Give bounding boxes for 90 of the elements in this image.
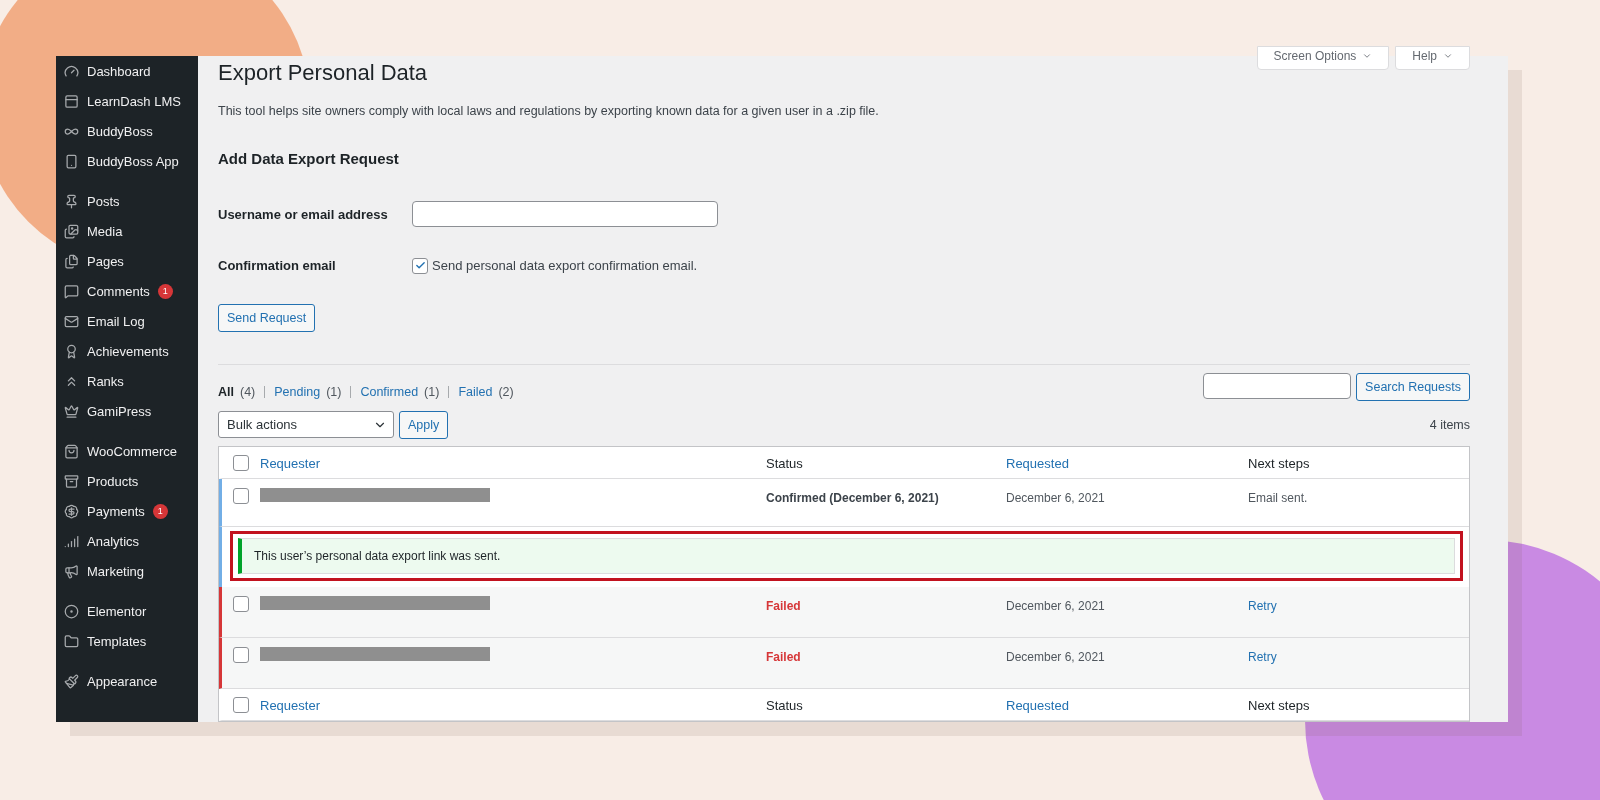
column-header: Next steps bbox=[1248, 455, 1310, 471]
page-description: This tool helps site owners comply with local laws and regulations by exporting known data for a given user in a .zip file. bbox=[218, 104, 880, 118]
speech-bubble-icon bbox=[64, 283, 79, 299]
filter-link[interactable]: All bbox=[218, 385, 234, 399]
search-field[interactable] bbox=[1203, 373, 1352, 399]
column-header: Status bbox=[766, 697, 803, 713]
megaphone-icon bbox=[64, 563, 79, 579]
chevron-down-icon bbox=[1362, 51, 1373, 61]
checkbox-label[interactable]: Send personal data export confirmation email. bbox=[432, 258, 698, 273]
sidebar-item[interactable]: WooCommerce bbox=[56, 436, 198, 466]
apply-button[interactable]: Apply bbox=[399, 411, 449, 439]
sidebar-item[interactable]: BuddyBoss App bbox=[56, 146, 198, 176]
status-text: Failed bbox=[766, 599, 801, 613]
sidebar-item[interactable]: Elementor bbox=[56, 596, 198, 626]
filter-count: (1) bbox=[326, 385, 342, 399]
tab-button[interactable]: Screen Options bbox=[1256, 46, 1390, 70]
window-icon bbox=[64, 93, 79, 109]
count-badge: 1 bbox=[152, 503, 168, 519]
bulk-actions-dropdown[interactable]: Bulk actions bbox=[218, 411, 394, 438]
sidebar-item[interactable]: BuddyBoss bbox=[56, 116, 198, 146]
tab-button[interactable]: Help bbox=[1395, 46, 1470, 70]
count-badge: 1 bbox=[157, 283, 173, 299]
field-label: Confirmation email bbox=[218, 258, 337, 273]
folder-icon bbox=[64, 633, 79, 649]
row-checkbox[interactable] bbox=[233, 647, 249, 663]
input-field[interactable] bbox=[412, 201, 718, 227]
retry-link[interactable]: Retry bbox=[1248, 599, 1277, 613]
filter-count: (4) bbox=[240, 385, 256, 399]
row-checkbox[interactable] bbox=[233, 596, 249, 612]
sidebar-item[interactable]: Comments 1 bbox=[56, 276, 198, 306]
item-count: 4 items bbox=[1429, 418, 1470, 432]
checkbox[interactable] bbox=[412, 257, 428, 274]
gauge-icon bbox=[64, 63, 79, 79]
next-step-text: Email sent. bbox=[1248, 491, 1308, 505]
crown-icon bbox=[64, 403, 79, 419]
section-heading: Add Data Export Request bbox=[218, 150, 400, 167]
retry-link[interactable]: Retry bbox=[1248, 650, 1277, 664]
send-request-button[interactable]: Send Request bbox=[218, 304, 316, 332]
column-header: Status bbox=[766, 455, 803, 471]
sidebar-item[interactable]: GamiPress bbox=[56, 396, 198, 426]
search-button[interactable]: Search Requests bbox=[1356, 373, 1470, 401]
page-title: Export Personal Data bbox=[218, 60, 429, 86]
column-header[interactable]: Requested bbox=[1006, 697, 1069, 713]
filter-link[interactable]: Pending bbox=[274, 385, 321, 399]
select-all-checkbox[interactable] bbox=[233, 696, 249, 713]
checkmark-icon bbox=[414, 260, 426, 271]
status-text: Failed bbox=[766, 650, 801, 664]
filter-count: (2) bbox=[498, 385, 514, 399]
row-checkbox[interactable] bbox=[233, 488, 249, 504]
circle-icon bbox=[64, 603, 79, 619]
sidebar-item[interactable]: LearnDash LMS bbox=[56, 86, 198, 116]
envelope-icon bbox=[64, 313, 79, 329]
paintbrush-icon bbox=[64, 673, 79, 689]
column-header[interactable]: Requester bbox=[260, 455, 320, 471]
sidebar-item[interactable]: Pages bbox=[56, 246, 198, 276]
archive-icon bbox=[64, 473, 79, 489]
column-header[interactable]: Requester bbox=[260, 697, 320, 713]
sidebar-item[interactable]: Achievements bbox=[56, 336, 198, 366]
images-icon bbox=[64, 223, 79, 239]
chevron-down-icon bbox=[1443, 51, 1453, 61]
sidebar-item[interactable]: Dashboard bbox=[56, 56, 198, 86]
success-notice: This user’s personal data export link was sent. bbox=[238, 538, 1455, 574]
sidebar-item[interactable]: Marketing bbox=[56, 556, 198, 586]
sidebar-item[interactable]: Posts bbox=[56, 186, 198, 216]
column-header: Next steps bbox=[1248, 697, 1310, 713]
sidebar-item[interactable]: Appearance bbox=[56, 666, 198, 696]
filter-count: (1) bbox=[424, 385, 440, 399]
ribbon-icon bbox=[64, 343, 79, 359]
sidebar-item[interactable]: Ranks bbox=[56, 366, 198, 396]
sidebar-item[interactable]: Products bbox=[56, 466, 198, 496]
filter-link[interactable]: Failed bbox=[458, 385, 493, 399]
phone-icon bbox=[64, 153, 79, 169]
date-text: December 6, 2021 bbox=[1006, 650, 1105, 664]
date-text: December 6, 2021 bbox=[1006, 599, 1105, 613]
sidebar-item[interactable]: Templates bbox=[56, 626, 198, 656]
column-header[interactable]: Requested bbox=[1006, 455, 1069, 471]
pages-icon bbox=[64, 253, 79, 269]
bag-icon bbox=[64, 443, 79, 459]
bar-chart-icon bbox=[64, 533, 79, 549]
filter-link[interactable]: Confirmed bbox=[360, 385, 419, 399]
dollar-icon bbox=[64, 503, 79, 519]
sidebar-item[interactable]: Email Log bbox=[56, 306, 198, 336]
date-text: December 6, 2021 bbox=[1006, 491, 1105, 505]
pin-icon bbox=[64, 193, 79, 209]
sidebar-item[interactable]: Payments 1 bbox=[56, 496, 198, 526]
status-text: Confirmed (December 6, 2021) bbox=[766, 491, 939, 505]
sidebar-item[interactable]: Media bbox=[56, 216, 198, 246]
select-all-checkbox[interactable] bbox=[233, 454, 249, 471]
field-label: Username or email address bbox=[218, 206, 389, 222]
sidebar-item[interactable]: Analytics bbox=[56, 526, 198, 556]
